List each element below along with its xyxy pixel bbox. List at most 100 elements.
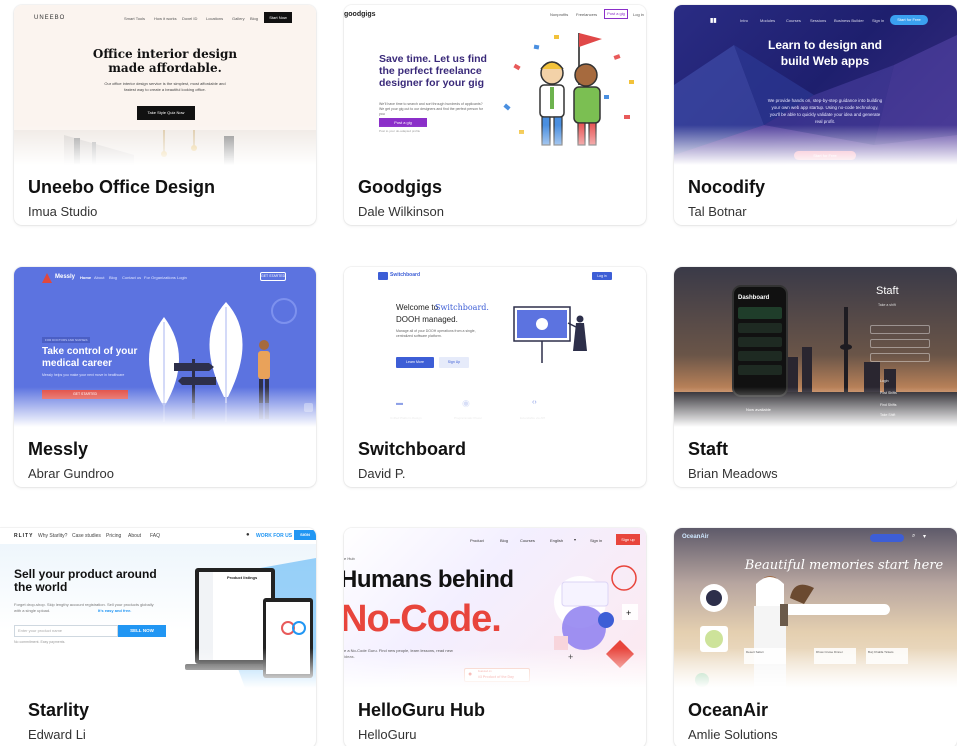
card-starlity[interactable]: RLITY Why Starlity? Case studies Pricing…	[0, 528, 316, 746]
card-title: HelloGuru Hub	[358, 700, 485, 720]
uneebo-nav-1: Smart Tools	[124, 16, 146, 21]
staft-brand: Staft	[876, 285, 899, 297]
card-author: Brian Meadows	[688, 466, 778, 481]
card-title: Messly	[28, 439, 89, 459]
starlity-body: Forget drop-shop. Skip lengthy account r…	[14, 602, 154, 613]
starlity-logo: RLITY	[14, 533, 34, 539]
switchboard-feature-2: Programmatic Power	[454, 416, 483, 420]
messly-nav-cta: GET STARTED	[260, 272, 286, 281]
messly-nav-1: Home	[80, 275, 92, 280]
card-author: HelloGuru	[358, 727, 417, 742]
card-thumbnail: goodgigs Nonprofits Freelancers Post a g…	[344, 5, 646, 165]
card-oceanair[interactable]: OceanAir ⌕ ▾ Beautiful memories start he…	[674, 528, 957, 746]
uneebo-nav-cta: Start Now	[264, 12, 292, 23]
falconer-photo	[695, 576, 814, 688]
switchboard-btn-primary: Learn More	[396, 357, 434, 368]
cart-icon: ▾	[923, 534, 927, 540]
card-thumbnail: Switchboard Log in Welcome to Switchboar…	[344, 267, 646, 427]
nocodify-nav-2: Modules	[760, 18, 776, 23]
helloguru-crumb: e Hub	[344, 556, 355, 561]
starlity-nav-3: Pricing	[106, 533, 122, 539]
freelancers-illustration	[503, 33, 634, 146]
starlity-headline: Sell your product around the world	[14, 567, 157, 594]
card-author: Amlie Solutions	[688, 727, 778, 742]
helloguru-nav-1: Product	[470, 538, 484, 543]
messly-nav-4: Contact us	[122, 275, 142, 280]
goodgigs-logo: goodgigs	[344, 11, 376, 18]
messly-cta: GET STARTED	[42, 390, 128, 399]
nocodify-nav-3: Courses	[786, 18, 801, 23]
messly-headline: Take control of your medical career	[42, 346, 138, 369]
badge-main: #3 Product of the Day	[478, 675, 514, 679]
helloguru-nav-5: Sign in	[590, 538, 603, 543]
uneebo-nav-5: Gallery	[232, 16, 245, 21]
messly-nav-3: Blog	[109, 275, 118, 280]
billboard-illustration	[513, 306, 587, 363]
switchboard-feature-3: Extendable via API	[520, 416, 546, 420]
card-thumbnail: Product Blog Courses English ▾ Sign in S…	[344, 528, 646, 688]
uneebo-nav-6: Blog	[250, 16, 259, 21]
card-title: Goodgigs	[358, 177, 442, 197]
phone-shift-row	[738, 307, 782, 319]
helloguru-nav-3: Courses	[520, 538, 535, 543]
staft-menu-2: Post Shifts	[880, 391, 897, 395]
nocodify-logo-icon: ▮▮	[710, 18, 717, 24]
uneebo-nav-4: Locations	[206, 16, 224, 21]
phone-mockup: Dashboard	[732, 285, 788, 397]
programmatic-icon: ◉	[462, 398, 470, 408]
uneebo-cta: Take Style Quiz Now	[137, 106, 195, 120]
card-author: Dale Wilkinson	[358, 204, 444, 219]
starlity-nav-1: Why Starlity?	[38, 533, 68, 539]
card-staft[interactable]: Dashboard Now available Staft Take a shi…	[674, 267, 957, 487]
card-thumbnail: RLITY Why Starlity? Case studies Pricing…	[0, 528, 316, 688]
card-goodgigs[interactable]: goodgigs Nonprofits Freelancers Post a g…	[344, 5, 646, 225]
starlity-body-highlight: It's easy and free.	[98, 608, 132, 613]
uneebo-headline: Office interior design made affordable.	[92, 47, 238, 75]
card-switchboard[interactable]: Switchboard Log in Welcome to Switchboar…	[344, 267, 646, 487]
messly-nav-2: About	[94, 275, 105, 280]
phone-caption: Now available	[746, 407, 771, 412]
card-messly[interactable]: Messly Home About Blog Contact us For Or…	[14, 267, 316, 487]
messly-nav-5: For Organizations	[144, 275, 176, 280]
card-title: OceanAir	[688, 700, 769, 720]
api-code-icon: ‹›	[532, 399, 537, 406]
goodgigs-nav-cta: Post a gig	[604, 9, 628, 19]
card-uneebo[interactable]: UNEEBO Smart Tools How it works Doxel ID…	[14, 5, 316, 225]
producthunt-icon: ●	[468, 671, 473, 678]
card-thumbnail: OceanAir ⌕ ▾ Beautiful memories start he…	[674, 528, 957, 688]
helloguru-nav-cta: Sign up	[616, 534, 640, 545]
card-title: Uneebo Office Design	[28, 177, 216, 197]
switchboard-btn-secondary: Sign Up	[439, 357, 469, 368]
card-author: Imua Studio	[28, 204, 98, 219]
staft-input	[870, 339, 930, 348]
nocodify-nav-6: Sign in	[872, 18, 885, 23]
switchboard-headline-1: Welcome to	[396, 303, 439, 312]
card-thumbnail: Messly Home About Blog Contact us For Or…	[14, 267, 316, 427]
uneebo-nav-2: How it works	[154, 16, 177, 21]
starlity-cta: SELL NOW	[118, 625, 166, 637]
messly-body: Messly helps you make your next move in …	[42, 373, 125, 377]
producthunt-badge: ● Featured on #3 Product of the Day	[464, 668, 530, 682]
oceanair-tile-1: Desert Safari	[744, 648, 786, 664]
card-author: David P.	[358, 466, 406, 481]
messly-tag: FOR DOCTORS AND NURSES	[42, 337, 91, 343]
starlity-panel-title: Product listings	[227, 575, 258, 580]
switchboard-headline-brand: Switchboard.	[435, 303, 489, 312]
starlity-nav-4: About	[128, 533, 142, 539]
switchboard-logo: Switchboard	[390, 272, 421, 278]
messly-bottom-fade	[14, 403, 316, 427]
search-icon: ⌕	[912, 533, 916, 539]
abstract-shapes-illustration: + +	[554, 565, 638, 668]
nocodify-body: We provide hands on, step-by-step guidan…	[767, 98, 883, 124]
card-thumbnail: ▮▮ Intro Modules Courses Sessions Busine…	[674, 5, 957, 165]
switchboard-logo-icon	[378, 272, 388, 280]
helloguru-headline-2: No-Code.	[344, 598, 502, 640]
chevron-down-icon: ▾	[574, 537, 577, 542]
nocodify-nav-4: Sessions	[810, 18, 827, 23]
starlity-nav-5: FAQ	[150, 533, 161, 539]
card-helloguru[interactable]: Product Blog Courses English ▾ Sign in S…	[344, 528, 646, 746]
helloguru-nav-2: Blog	[500, 538, 509, 543]
badge-top: Featured on	[478, 670, 492, 673]
card-nocodify[interactable]: ▮▮ Intro Modules Courses Sessions Busine…	[674, 5, 957, 225]
oceanair-tile-3: Burj Khalifa Tickets	[866, 648, 908, 664]
